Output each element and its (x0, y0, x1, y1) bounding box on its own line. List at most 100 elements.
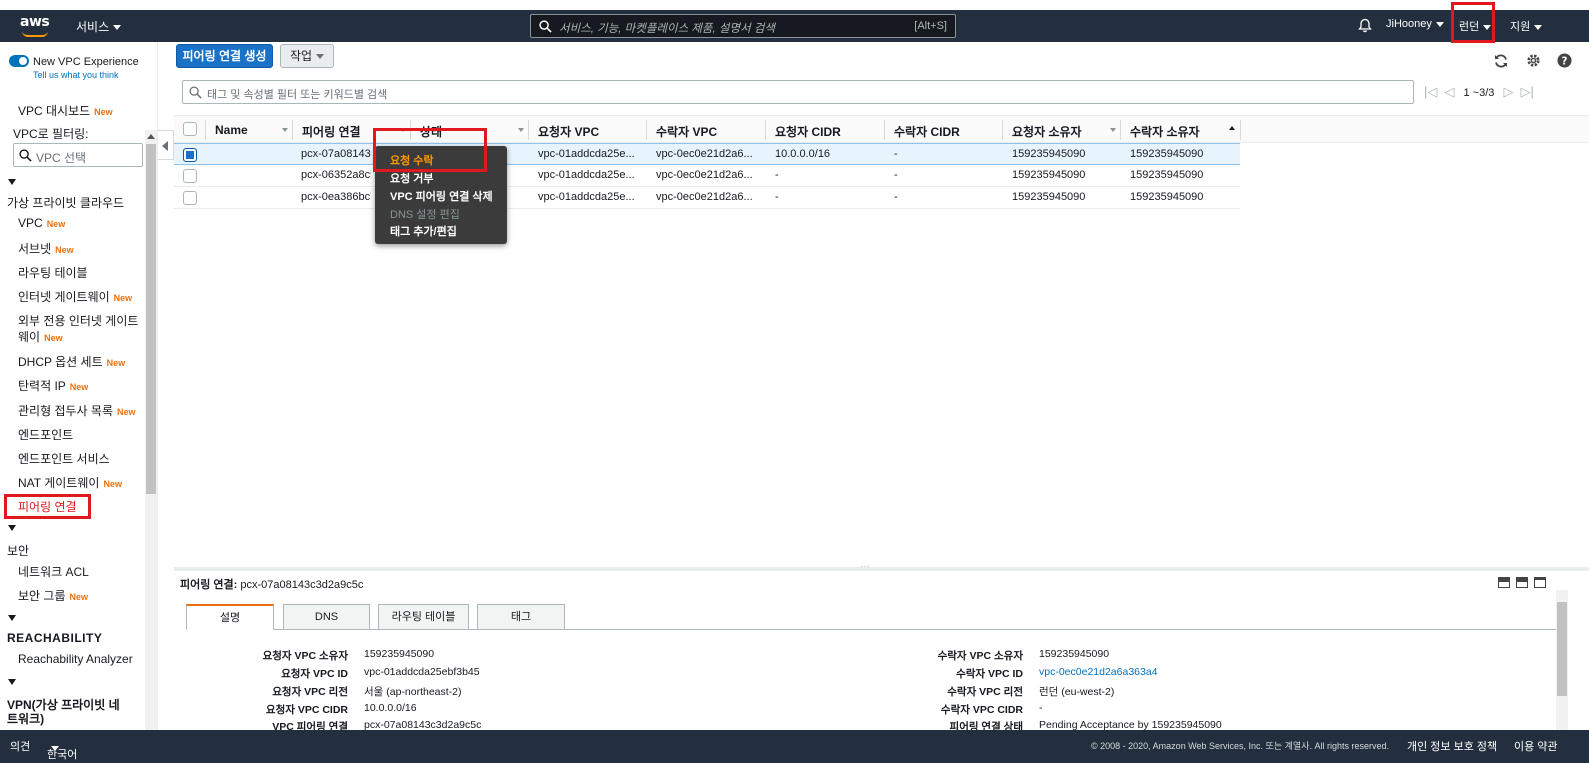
collapse-triangle-icon[interactable] (8, 615, 16, 621)
chevron-down-icon (1435, 21, 1444, 27)
column-header-accepter-vpc[interactable]: 수락자 VPC (656, 123, 717, 140)
terms-link[interactable]: 이용 약관 (1514, 738, 1558, 754)
prev-page-icon[interactable]: ◁ (1444, 84, 1454, 99)
sidebar-item-dhcp-options[interactable]: DHCP 옵션 세트 New (18, 353, 125, 370)
sidebar-item-security-groups[interactable]: 보안 그룹 New (18, 587, 88, 604)
sidebar-item-network-acl[interactable]: 네트워크 ACL (18, 563, 89, 580)
tab-route-tables[interactable]: 라우팅 테이블 (378, 604, 469, 630)
create-peering-connection-button[interactable]: 피어링 연결 생성 (176, 44, 273, 68)
sidebar-item-label: 보안 그룹 (18, 589, 66, 603)
refresh-icon[interactable] (1493, 53, 1509, 69)
column-header-requester-owner[interactable]: 요청자 소유자 (1012, 123, 1082, 140)
sort-icon[interactable] (518, 128, 524, 132)
pagination: |◁ ◁ 1 ~3/3 ▷ ▷| (1424, 84, 1534, 100)
scroll-thumb[interactable] (146, 144, 156, 494)
top-navbar: aws 서비스 서비스, 기능, 마켓플레이스 제품, 설명서 검색 [Alt+… (0, 10, 1589, 42)
sidebar-item-prefix-lists[interactable]: 관리형 접두사 목록 New (18, 402, 136, 419)
last-page-icon[interactable]: ▷| (1521, 84, 1534, 99)
menu-item-edit-tags[interactable]: 태그 추가/편집 (390, 223, 457, 239)
table-filter-input[interactable]: 태그 및 속성별 필터 또는 키워드별 검색 (182, 80, 1414, 104)
sidebar-item-label: 엔드포인트 (18, 428, 74, 442)
new-badge: New (46, 219, 66, 229)
sidebar-item-vpc[interactable]: VPC New (18, 216, 65, 230)
vpc-filter-select[interactable]: VPC 선택 (13, 143, 143, 167)
detail-title: 피어링 연결: pcx-07a08143c3d2a9c5c (180, 576, 363, 592)
sidebar-item-dashboard[interactable]: VPC 대시보드 New (18, 102, 113, 119)
collapse-triangle-icon[interactable] (8, 179, 16, 185)
sidebar-item-internet-gateways[interactable]: 인터넷 게이트웨이 New (18, 288, 132, 305)
column-header-accepter-cidr[interactable]: 수락자 CIDR (894, 123, 960, 140)
column-header-requester-vpc[interactable]: 요청자 VPC (538, 123, 599, 140)
global-search-input[interactable]: 서비스, 기능, 마켓플레이스 제품, 설명서 검색 [Alt+S] (530, 14, 956, 38)
detail-value: 159235945090 (1039, 648, 1110, 660)
column-header-requester-cidr[interactable]: 요청자 CIDR (775, 123, 841, 140)
support-menu[interactable]: 지원 (1510, 18, 1543, 34)
table-row[interactable]: pcx-07a08143c vpc-01addcda25e... vpc-0ec… (174, 143, 1240, 165)
sidebar-item-nat-gateways[interactable]: NAT 게이트웨이 New (18, 474, 122, 491)
scroll-up-icon[interactable] (147, 134, 155, 139)
aws-logo[interactable]: aws (20, 14, 54, 38)
sidebar-item-endpoint-services[interactable]: 엔드포인트 서비스 (18, 450, 110, 467)
section-security: 보안 (7, 544, 30, 558)
sidebar-item-egress-only-igw-cont[interactable]: 웨이 New (18, 328, 63, 345)
new-vpc-experience-toggle[interactable] (9, 55, 29, 67)
tab-tags[interactable]: 태그 (477, 604, 565, 630)
sidebar-item-label: Reachability Analyzer (18, 652, 133, 666)
help-icon[interactable]: ? (1557, 53, 1572, 68)
sidebar-item-endpoints[interactable]: 엔드포인트 (18, 426, 73, 443)
sidebar-item-route-tables[interactable]: 라우팅 테이블 (18, 264, 88, 281)
tab-description[interactable]: 설명 (186, 604, 274, 630)
view-split-bottom-icon[interactable] (1498, 577, 1510, 588)
next-page-icon[interactable]: ▷ (1503, 84, 1513, 99)
row-checkbox[interactable] (183, 191, 197, 205)
sort-icon[interactable] (282, 128, 288, 132)
menu-item-reject-request[interactable]: 요청 거부 (390, 170, 434, 186)
bell-icon[interactable] (1358, 18, 1372, 33)
scroll-thumb[interactable] (1557, 602, 1567, 696)
new-badge: New (55, 245, 74, 255)
services-menu[interactable]: 서비스 (76, 18, 122, 35)
sort-icon[interactable] (1110, 128, 1116, 132)
feedback-link[interactable]: Tell us what you think (33, 70, 119, 80)
sidebar-item-reachability-analyzer[interactable]: Reachability Analyzer (18, 652, 133, 666)
feedback-link[interactable]: 의견 (10, 738, 30, 754)
row-checkbox[interactable] (183, 169, 197, 183)
collapse-triangle-icon[interactable] (8, 679, 16, 685)
new-badge: New (69, 382, 89, 392)
column-header-name[interactable]: Name (215, 123, 248, 137)
sort-asc-icon[interactable] (1229, 126, 1235, 130)
view-split-middle-icon[interactable] (1516, 577, 1528, 588)
column-separator (1120, 120, 1121, 140)
sidebar-item-label: 네트워크 ACL (18, 565, 89, 579)
chevron-down-icon (316, 54, 325, 60)
sidebar-scrollbar[interactable] (145, 130, 157, 730)
table-row[interactable]: pcx-06352a8c9 vpc-01addcda25e... vpc-0ec… (174, 165, 1240, 187)
sidebar-item-label: 라우팅 테이블 (18, 266, 88, 280)
select-all-checkbox[interactable] (183, 122, 197, 136)
actions-button[interactable]: 작업 (280, 44, 334, 68)
first-page-icon[interactable]: |◁ (1424, 84, 1437, 99)
detail-key: 수락자 VPC 리전 (947, 686, 1023, 698)
privacy-link[interactable]: 개인 정보 보호 정책 (1407, 738, 1497, 754)
column-header-accepter-owner[interactable]: 수락자 소유자 (1130, 123, 1200, 140)
detail-scrollbar[interactable] (1556, 590, 1568, 730)
gear-icon[interactable] (1526, 53, 1541, 68)
sidebar-item-egress-only-igw[interactable]: 외부 전용 인터넷 게이트 (18, 312, 138, 329)
aws-logo-text: aws (20, 14, 50, 30)
view-full-icon[interactable] (1534, 577, 1546, 588)
sidebar-item-elastic-ip[interactable]: 탄력적 IP New (18, 377, 88, 394)
sidebar-item-label: VPC (18, 216, 43, 230)
sidebar-item-label: 인터넷 게이트웨이 (18, 290, 110, 304)
sidebar-item-subnets[interactable]: 서브넷 New (18, 240, 74, 257)
row-checkbox[interactable] (183, 148, 197, 162)
user-menu[interactable]: JiHooney (1386, 18, 1444, 30)
collapse-sidebar-button[interactable] (158, 130, 174, 160)
pane-resize-handle[interactable] (174, 561, 1589, 572)
accepter-vpc-link[interactable]: vpc-0ec0e21d2a6a363a4 (1039, 666, 1158, 678)
table-row[interactable]: pcx-0ea386bc7 vpc-01addcda25e... vpc-0ec… (174, 187, 1240, 209)
menu-item-delete-peering[interactable]: VPC 피어링 연결 삭제 (390, 188, 493, 204)
collapse-triangle-icon[interactable] (8, 525, 16, 531)
tab-dns[interactable]: DNS (283, 604, 370, 630)
column-header-peering-connection[interactable]: 피어링 연결 (302, 123, 361, 140)
new-badge: New (117, 407, 136, 417)
